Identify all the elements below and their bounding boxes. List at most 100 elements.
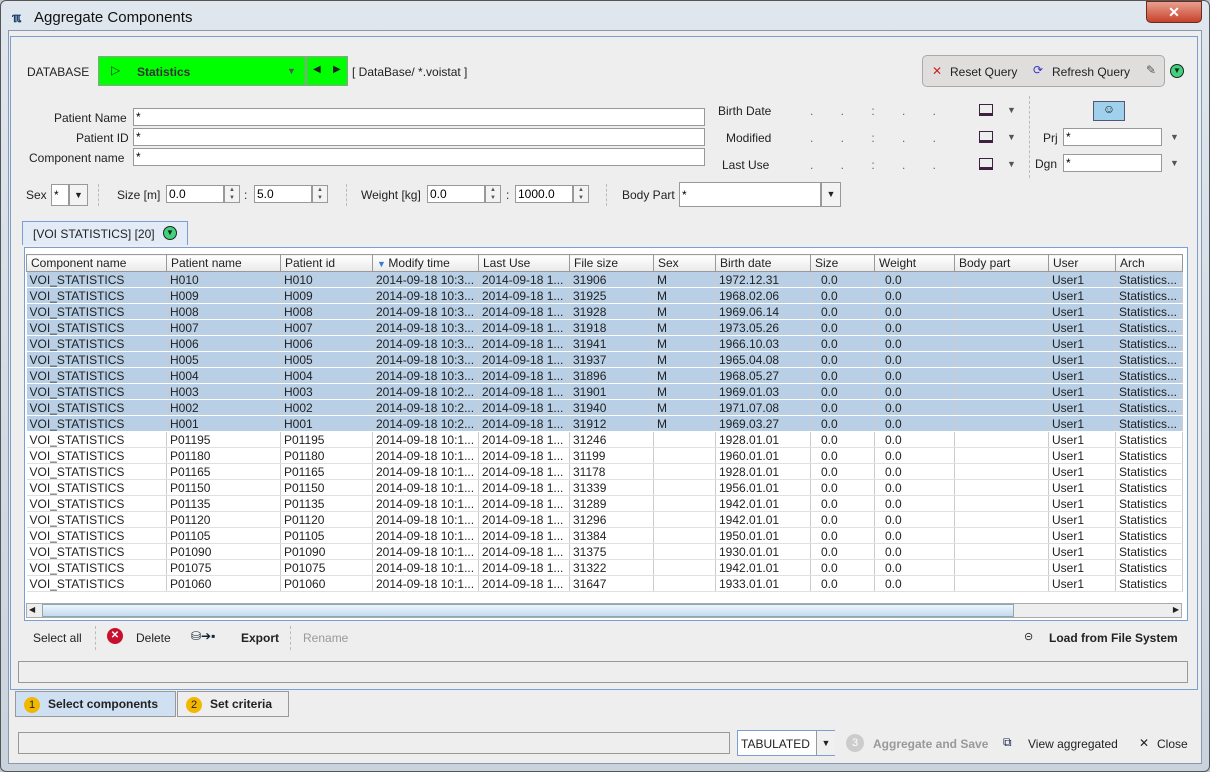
select-all-button[interactable]: Select all bbox=[33, 631, 82, 645]
faces-icon[interactable]: ☺ bbox=[1093, 101, 1125, 121]
table-row[interactable]: VOI_STATISTICS H003 H003 2014-09-18 10:2...… bbox=[26, 383, 1183, 400]
table-cell: 0.0 bbox=[874, 351, 955, 368]
table-cell: 2014-09-18 1... bbox=[478, 559, 570, 576]
window-close-button[interactable]: ✕ bbox=[1146, 1, 1202, 23]
table-row[interactable]: VOI_STATISTICS P01195 P01195 2014-09-18 10:… bbox=[26, 431, 1183, 448]
column-header[interactable]: Weight bbox=[874, 254, 955, 272]
table-row[interactable]: VOI_STATISTICS H005 H005 2014-09-18 10:3...… bbox=[26, 351, 1183, 368]
table-row[interactable]: VOI_STATISTICS H010 H010 2014-09-18 10:3...… bbox=[26, 271, 1183, 288]
weight-max-stepper[interactable]: ▲ ▼ bbox=[573, 185, 589, 203]
table-row[interactable]: VOI_STATISTICS H007 H007 2014-09-18 10:3...… bbox=[26, 319, 1183, 336]
column-header[interactable]: ▼ Modify time bbox=[372, 254, 479, 272]
table-row[interactable]: VOI_STATISTICS P01180 P01180 2014-09-18 10:… bbox=[26, 447, 1183, 464]
table-cell: M bbox=[653, 383, 716, 400]
database-select[interactable]: ▷ Statistics ▼ bbox=[98, 56, 306, 86]
last-use-field[interactable]: . . : . . bbox=[810, 158, 948, 172]
table-row[interactable]: VOI_STATISTICS P01105 P01105 2014-09-18 10:… bbox=[26, 527, 1183, 544]
table-row[interactable]: VOI_STATISTICS P01075 P01075 2014-09-18 10:… bbox=[26, 559, 1183, 576]
close-button[interactable]: Close bbox=[1157, 737, 1188, 751]
reset-query-button[interactable]: Reset Query bbox=[950, 65, 1017, 79]
prj-input[interactable] bbox=[1063, 128, 1162, 146]
column-header[interactable]: Last Use bbox=[478, 254, 570, 272]
table-cell: 31199 bbox=[569, 447, 654, 464]
size-max-stepper[interactable]: ▲ ▼ bbox=[312, 185, 328, 203]
export-button[interactable]: Export bbox=[241, 631, 279, 645]
expand-icon[interactable]: ▼ bbox=[163, 226, 177, 240]
calendar-icon[interactable] bbox=[979, 131, 993, 143]
table-cell: VOI_STATISTICS bbox=[26, 479, 167, 496]
column-header[interactable]: Patient id bbox=[280, 254, 373, 272]
weight-max-input[interactable] bbox=[515, 185, 573, 203]
column-header[interactable]: Size bbox=[810, 254, 875, 272]
rename-button[interactable]: Rename bbox=[303, 631, 348, 645]
scroll-right-icon[interactable]: ▶ bbox=[1173, 605, 1179, 614]
chevron-down-icon[interactable]: ▼ bbox=[821, 182, 841, 207]
expand-icon[interactable]: ▼ bbox=[1170, 64, 1184, 78]
step-tab-select-components[interactable]: 1 Select components bbox=[15, 691, 176, 717]
modified-field[interactable]: . . : . . bbox=[810, 131, 948, 145]
table-row[interactable]: VOI_STATISTICS H004 H004 2014-09-18 10:3...… bbox=[26, 367, 1183, 384]
weight-min-stepper[interactable]: ▲ ▼ bbox=[485, 185, 501, 203]
delete-button[interactable]: Delete bbox=[136, 631, 171, 645]
chevron-down-icon[interactable]: ▼ bbox=[1007, 132, 1016, 142]
body-part-select[interactable] bbox=[679, 182, 821, 207]
patient-name-input[interactable] bbox=[133, 108, 705, 126]
component-name-input[interactable] bbox=[133, 148, 705, 166]
birth-date-field[interactable]: . . : . . bbox=[810, 104, 948, 118]
table-cell: User1 bbox=[1048, 463, 1116, 480]
table-row[interactable]: VOI_STATISTICS H006 H006 2014-09-18 10:3...… bbox=[26, 335, 1183, 352]
sex-select[interactable] bbox=[51, 184, 69, 206]
table-row[interactable]: VOI_STATISTICS H009 H009 2014-09-18 10:3...… bbox=[26, 287, 1183, 304]
column-header[interactable]: Sex bbox=[653, 254, 716, 272]
column-header[interactable]: Birth date bbox=[715, 254, 811, 272]
table-row[interactable]: VOI_STATISTICS P01060 P01060 2014-09-18 10:… bbox=[26, 575, 1183, 592]
table-row[interactable]: VOI_STATISTICS P01150 P01150 2014-09-18 10:… bbox=[26, 479, 1183, 496]
table-row[interactable]: VOI_STATISTICS P01135 P01135 2014-09-18 10:… bbox=[26, 495, 1183, 512]
dgn-input[interactable] bbox=[1063, 154, 1162, 172]
column-header[interactable]: Patient name bbox=[166, 254, 281, 272]
table-cell bbox=[653, 479, 716, 496]
refresh-icon: ⟳ bbox=[1033, 63, 1044, 77]
table-cell: H006 bbox=[166, 335, 281, 352]
size-max-input[interactable] bbox=[254, 185, 312, 203]
tab-voi-statistics[interactable]: [VOI STATISTICS] [20] ▼ bbox=[22, 221, 188, 245]
scrollbar-thumb[interactable] bbox=[42, 604, 1014, 617]
load-from-file-system-button[interactable]: Load from File System bbox=[1049, 631, 1178, 645]
eraser-icon[interactable]: ✎ bbox=[1146, 63, 1156, 77]
table-row[interactable]: VOI_STATISTICS H008 H008 2014-09-18 10:3...… bbox=[26, 303, 1183, 320]
calendar-icon[interactable] bbox=[979, 158, 993, 170]
chevron-down-icon[interactable]: ▼ bbox=[1170, 132, 1179, 142]
table-row[interactable]: VOI_STATISTICS H002 H002 2014-09-18 10:2...… bbox=[26, 399, 1183, 416]
table-cell: P01090 bbox=[280, 543, 373, 560]
chevron-down-icon[interactable]: ▼ bbox=[1170, 158, 1179, 168]
weight-min-input[interactable] bbox=[427, 185, 485, 203]
table-row[interactable]: VOI_STATISTICS P01120 P01120 2014-09-18 10:… bbox=[26, 511, 1183, 528]
size-min-input[interactable] bbox=[166, 185, 224, 203]
column-header[interactable]: User bbox=[1048, 254, 1116, 272]
refresh-query-button[interactable]: Refresh Query bbox=[1052, 65, 1130, 79]
format-select[interactable]: TABULATED ▼ bbox=[737, 730, 835, 756]
table-row[interactable]: VOI_STATISTICS P01165 P01165 2014-09-18 10:… bbox=[26, 463, 1183, 480]
table-cell: M bbox=[653, 271, 716, 288]
chevron-down-icon[interactable]: ▼ bbox=[1007, 105, 1016, 115]
column-header[interactable]: File size bbox=[569, 254, 654, 272]
components-table: Component name Patient name Patient id ▼ Mo… bbox=[26, 254, 1183, 592]
scroll-left-icon[interactable]: ◀ bbox=[29, 605, 35, 614]
chevron-down-icon[interactable]: ▼ bbox=[1007, 159, 1016, 169]
chevron-down-icon[interactable]: ▼ bbox=[69, 184, 88, 206]
table-cell: 2014-09-18 10:1... bbox=[372, 543, 479, 560]
table-row[interactable]: VOI_STATISTICS H001 H001 2014-09-18 10:2...… bbox=[26, 415, 1183, 432]
patient-id-input[interactable] bbox=[133, 128, 705, 146]
column-header[interactable]: Component name bbox=[26, 254, 167, 272]
step-tab-set-criteria[interactable]: 2 Set criteria bbox=[177, 691, 289, 717]
prev-icon[interactable]: ◀ bbox=[313, 64, 321, 75]
sort-desc-icon: ▼ bbox=[377, 259, 389, 269]
aggregate-and-save-button[interactable]: Aggregate and Save bbox=[873, 737, 988, 751]
column-header[interactable]: Arch bbox=[1115, 254, 1183, 272]
view-aggregated-button[interactable]: View aggregated bbox=[1028, 737, 1118, 751]
column-header[interactable]: Body part bbox=[954, 254, 1049, 272]
size-min-stepper[interactable]: ▲ ▼ bbox=[224, 185, 240, 203]
table-row[interactable]: VOI_STATISTICS P01090 P01090 2014-09-18 10:… bbox=[26, 543, 1183, 560]
next-icon[interactable]: ▶ bbox=[333, 64, 341, 75]
calendar-icon[interactable] bbox=[979, 104, 993, 116]
